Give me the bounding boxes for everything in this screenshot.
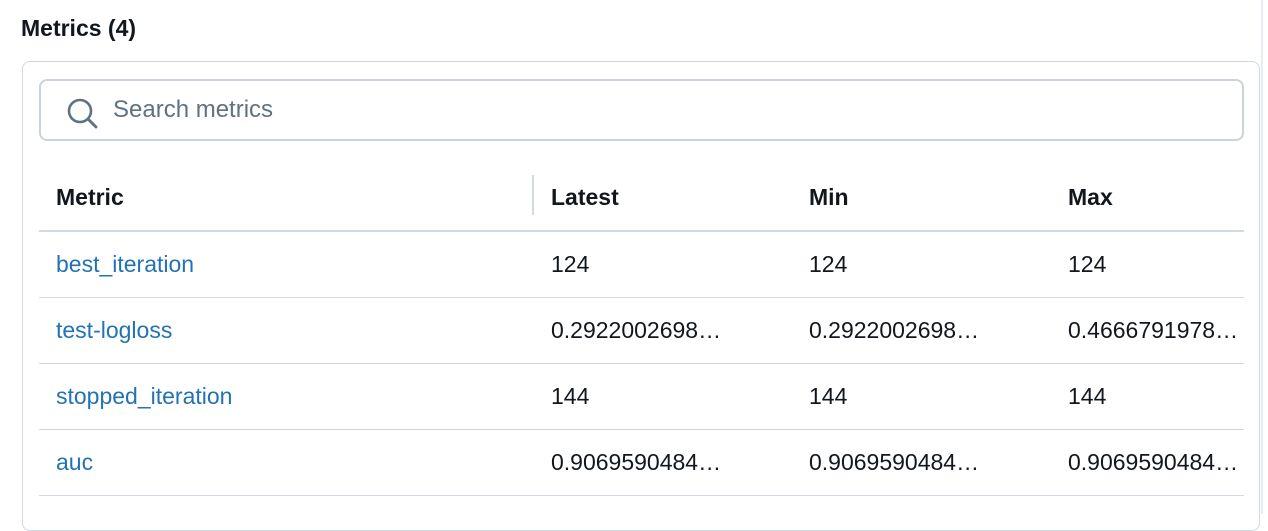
- metric-name-cell: test-logloss: [39, 297, 534, 364]
- metric-link[interactable]: best_iteration: [56, 251, 194, 277]
- panel-edge-divider: [1261, 0, 1263, 514]
- search-box[interactable]: [39, 79, 1244, 141]
- column-header-max[interactable]: Max: [1051, 164, 1244, 232]
- max-value-cell: 0.4666791978…: [1051, 297, 1244, 364]
- section-title: Metrics (4): [21, 15, 137, 41]
- metric-name-cell: stopped_iteration: [39, 363, 534, 430]
- metrics-table: Metric Latest Min Max best_iteration 124…: [39, 164, 1244, 496]
- min-value-cell: 144: [792, 363, 1051, 430]
- column-header-min[interactable]: Min: [792, 164, 1051, 232]
- metric-name-cell: best_iteration: [39, 231, 534, 298]
- search-icon: [66, 97, 98, 129]
- table-row: auc 0.9069590484… 0.9069590484… 0.906959…: [39, 429, 1244, 496]
- table-row: best_iteration 124 124 124: [39, 231, 1244, 298]
- max-value-cell: 0.9069590484…: [1051, 429, 1244, 496]
- latest-value-cell: 0.9069590484…: [534, 429, 792, 496]
- column-header-latest[interactable]: Latest: [534, 164, 792, 232]
- latest-value-cell: 0.2922002698…: [534, 297, 792, 364]
- latest-value-cell: 144: [534, 363, 792, 430]
- column-header-metric[interactable]: Metric: [39, 164, 534, 232]
- table-header-row: Metric Latest Min Max: [39, 164, 1244, 232]
- max-value-cell: 124: [1051, 231, 1244, 298]
- metric-name-cell: auc: [39, 429, 534, 496]
- column-header-label: Metric: [56, 183, 124, 210]
- latest-value-cell: 124: [534, 231, 792, 298]
- table-row: test-logloss 0.2922002698… 0.2922002698……: [39, 297, 1244, 364]
- min-value-cell: 124: [792, 231, 1051, 298]
- metric-link[interactable]: test-logloss: [56, 317, 172, 343]
- min-value-cell: 0.9069590484…: [792, 429, 1051, 496]
- min-value-cell: 0.2922002698…: [792, 297, 1051, 364]
- metric-link[interactable]: stopped_iteration: [56, 383, 232, 409]
- table-row: stopped_iteration 144 144 144: [39, 363, 1244, 430]
- metric-link[interactable]: auc: [56, 449, 93, 475]
- search-input[interactable]: [113, 81, 1213, 139]
- max-value-cell: 144: [1051, 363, 1244, 430]
